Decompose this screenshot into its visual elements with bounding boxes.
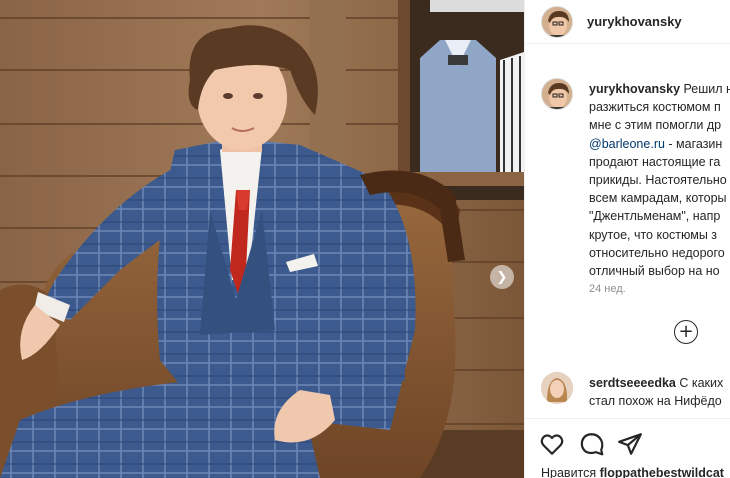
caption-line: отличный выбор на но: [589, 264, 720, 279]
carousel-next-button[interactable]: ❯: [490, 265, 514, 289]
comment-bubble-icon[interactable]: [579, 431, 605, 457]
caption-line: yurykhovansky Решил н: [589, 82, 730, 96]
author-avatar[interactable]: [541, 6, 573, 38]
post-caption: yurykhovansky Решил н разжиться костюмом…: [589, 80, 730, 280]
post-photo[interactable]: ❯: [0, 0, 524, 478]
caption-line: прикиды. Настоятельно: [589, 173, 727, 188]
load-more-comments-button[interactable]: +: [674, 320, 698, 344]
paper-plane-icon[interactable]: [617, 431, 643, 457]
caption-author-avatar[interactable]: [541, 78, 573, 110]
post-actions-bar: Нравится floppathebestwildcat: [525, 418, 730, 478]
liker-username[interactable]: floppathebestwildcat: [600, 466, 724, 478]
commenter-avatar[interactable]: [541, 372, 573, 404]
likes-summary: Нравится floppathebestwildcat: [541, 466, 724, 478]
chevron-right-icon: ❯: [496, 269, 508, 285]
caption-avatar-image: [542, 79, 572, 109]
author-username[interactable]: yurykhovansky: [587, 14, 682, 29]
post-side-panel: yurykhovansky yurykhovansky Решил н разж…: [524, 0, 730, 478]
plus-circle-icon: +: [678, 321, 694, 342]
commenter-username[interactable]: serdtseeeedka: [589, 376, 676, 390]
caption-line: разжиться костюмом п: [589, 100, 721, 115]
commenter-avatar-image: [541, 372, 573, 404]
caption-line: @barleone.ru - магазин: [589, 136, 723, 151]
caption-line: всем камрадам, которы: [589, 191, 727, 206]
caption-timestamp[interactable]: 24 нед.: [589, 283, 626, 295]
caption-line: "Джентльменам", напр: [589, 209, 721, 224]
mention-link[interactable]: @barleone.ru: [589, 137, 665, 151]
avatar-image: [542, 7, 572, 37]
caption-line: относительно недорого: [589, 245, 725, 260]
photo-image: [0, 0, 524, 478]
caption-line: крутое, что костюмы з: [589, 227, 718, 242]
post-header: yurykhovansky: [525, 0, 730, 44]
comment-body: serdtseeeedka С каких стал похож на Нифё…: [589, 376, 724, 409]
heart-icon[interactable]: [539, 431, 565, 457]
caption-username[interactable]: yurykhovansky: [589, 82, 680, 96]
caption-line: мне с этим помогли др: [589, 118, 722, 133]
caption-line: продают настоящие га: [589, 154, 721, 169]
